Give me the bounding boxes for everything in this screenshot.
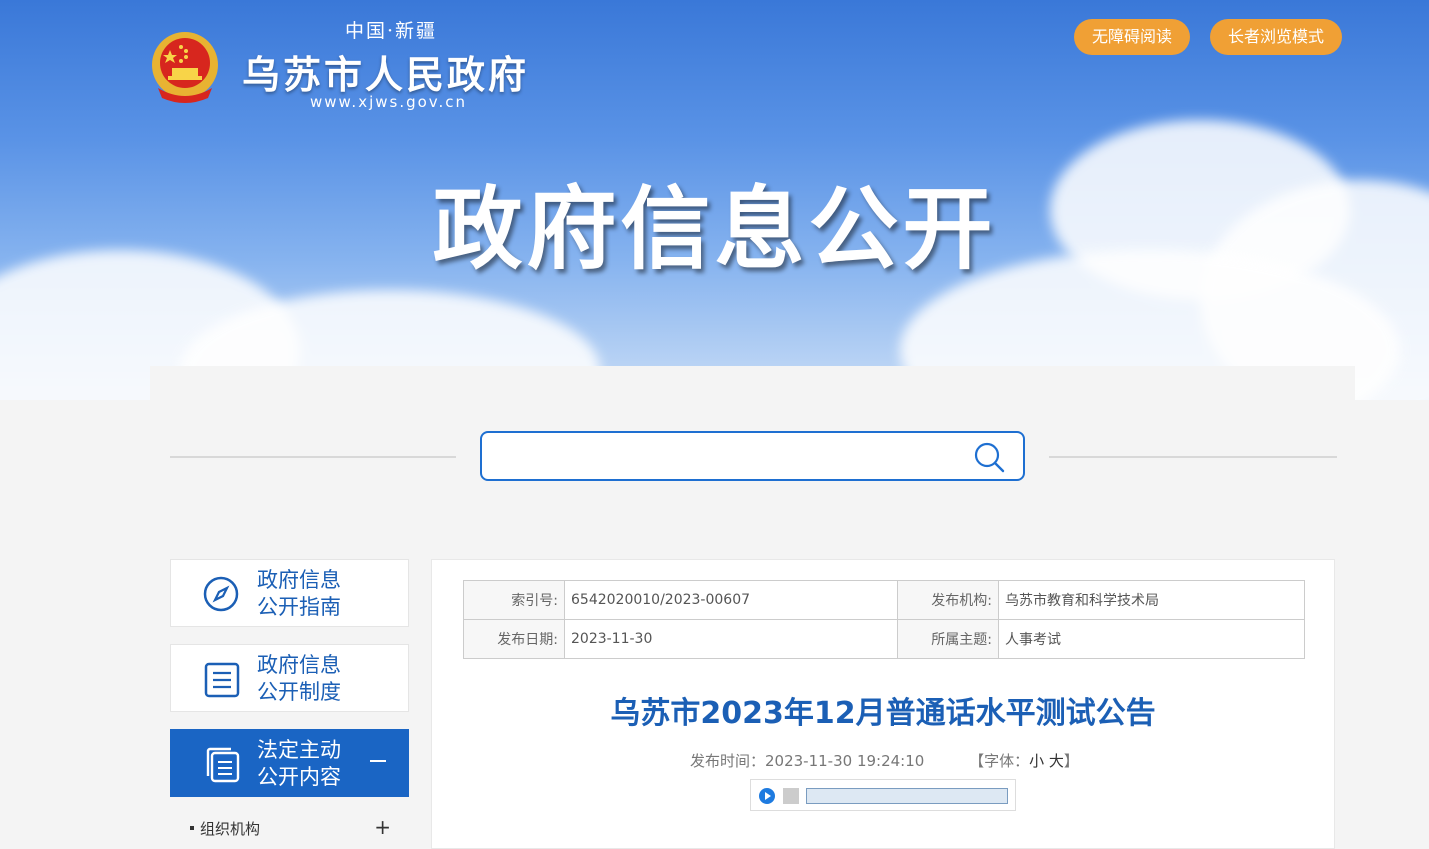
document-list-icon [204, 662, 240, 698]
play-icon[interactable] [759, 788, 775, 804]
topic-value: 人事考试 [998, 619, 1305, 659]
audio-progress-bar[interactable] [806, 788, 1008, 804]
font-label-open: 【字体： [969, 752, 1030, 770]
article-meta-table: 索引号: 6542020010/2023-00607 发布机构: 乌苏市教育和科… [463, 580, 1305, 659]
org-value: 乌苏市教育和科学技术局 [998, 580, 1305, 620]
date-label: 发布日期: [463, 619, 565, 659]
sidebar-item-label: 法定主动 公开内容 [257, 738, 341, 789]
stop-icon[interactable] [783, 788, 799, 804]
search-input[interactable] [482, 433, 980, 479]
sidebar-item-label: 政府信息 公开制度 [257, 653, 341, 704]
expand-plus-icon[interactable]: + [374, 817, 391, 837]
national-emblem-logo [152, 32, 218, 103]
main-panel: 政府信息 公开指南 政府信息 公开制度 法定主动 公开内容 组织机构 + 索引号… [150, 366, 1355, 849]
font-size-control: 【字体：小 大】 [969, 752, 1079, 770]
sidebar-item-disclosure-guide[interactable]: 政府信息 公开指南 [170, 559, 409, 627]
article-title: 乌苏市2023年12月普通话水平测试公告 [610, 696, 1156, 731]
sidebar-item-disclosure-system[interactable]: 政府信息 公开制度 [170, 644, 409, 712]
font-small-button[interactable]: 小 [1029, 752, 1044, 770]
sidebar-subitem-organization[interactable]: 组织机构 + [170, 817, 409, 838]
font-label-close: 】 [1063, 752, 1079, 770]
index-value: 6542020010/2023-00607 [564, 580, 898, 620]
search-box [480, 431, 1025, 481]
region-label: 中国·新疆 [345, 20, 438, 42]
header-banner: 中国·新疆 乌苏市人民政府 www.xjws.gov.cn 无障碍阅读 长者浏览… [0, 0, 1429, 400]
elderly-mode-button[interactable]: 长者浏览模式 [1210, 19, 1343, 55]
sidebar-item-statutory-content[interactable]: 法定主动 公开内容 [170, 729, 409, 797]
accessibility-reading-button[interactable]: 无障碍阅读 [1074, 19, 1191, 55]
collapse-icon[interactable] [370, 760, 386, 762]
banner-title: 政府信息公开 [432, 177, 997, 282]
divider [1049, 456, 1337, 458]
documents-icon [206, 747, 240, 783]
compass-icon [203, 576, 239, 612]
topic-label: 所属主题: [897, 619, 999, 659]
index-label: 索引号: [463, 580, 565, 620]
publish-time: 发布时间：2023-11-30 19:24:10 [690, 752, 925, 770]
article-content: 索引号: 6542020010/2023-00607 发布机构: 乌苏市教育和科… [431, 559, 1335, 849]
divider [170, 456, 456, 458]
publish-info: 发布时间：2023-11-30 19:24:10 【字体：小 大】 [690, 750, 1079, 771]
org-label: 发布机构: [897, 580, 999, 620]
search-icon[interactable] [973, 441, 1005, 473]
sidebar-subitem-label: 组织机构 [200, 820, 261, 838]
bullet-icon [190, 826, 194, 830]
site-title[interactable]: 乌苏市人民政府 [242, 44, 529, 99]
audio-player [750, 779, 1016, 811]
sidebar-item-label: 政府信息 公开指南 [257, 568, 341, 619]
site-url: www.xjws.gov.cn [310, 93, 468, 111]
font-large-button[interactable]: 大 [1049, 752, 1064, 770]
date-value: 2023-11-30 [564, 619, 898, 659]
